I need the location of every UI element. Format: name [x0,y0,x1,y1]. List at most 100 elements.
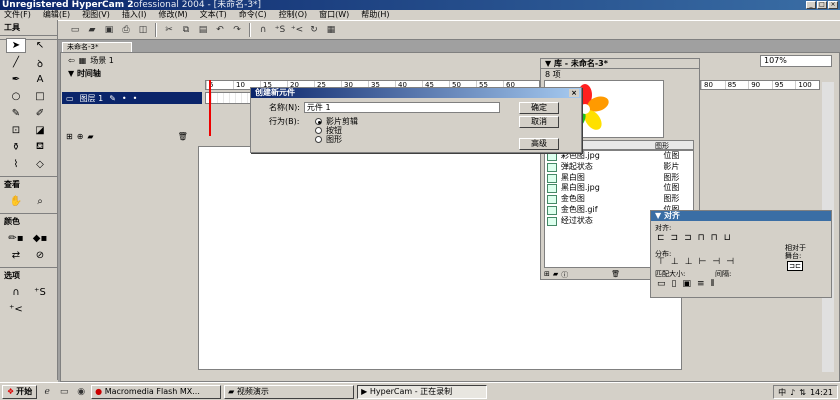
menu-insert[interactable]: 插入(I) [122,10,147,20]
minimize-icon[interactable]: _ [806,1,816,9]
layer-row[interactable]: ▭ 图层 1 ✎ • • [62,92,202,104]
redo-icon[interactable]: ↷ [230,23,244,37]
lasso-tool-icon[interactable]: ꝺ [30,55,50,70]
undo-icon[interactable]: ↶ [213,23,227,37]
distribute-hcenter-icon[interactable]: ⊣ [712,257,720,267]
fill-transform-tool-icon[interactable]: ◪ [30,123,50,138]
align-header[interactable]: ▼ 对齐 [651,211,831,221]
list-item[interactable]: 弹起状态 影片 [545,162,693,173]
line-tool-icon[interactable]: ╱ [6,55,26,70]
add-guide-icon[interactable]: ⊕ [77,132,84,141]
library-header[interactable]: ▼ 库 - 未命名-3* [541,59,699,69]
cut-icon[interactable]: ✂ [162,23,176,37]
properties-icon[interactable]: ⓘ [561,270,568,279]
space-vertical-icon[interactable]: ≡ [697,279,705,289]
to-stage-toggle-icon[interactable]: ⊐⊏ [787,261,803,271]
lock-dot-icon[interactable]: • [133,94,138,103]
smooth-option-icon[interactable]: ⁺S [30,285,50,300]
maximize-icon[interactable]: □ [817,1,827,9]
add-folder-icon[interactable]: ▰ [87,132,93,141]
media-quicklaunch-icon[interactable]: ◉ [74,385,88,399]
align-hcenter-icon[interactable]: ⊐ [671,233,679,243]
ie-quicklaunch-icon[interactable]: ℯ [40,385,54,399]
match-both-icon[interactable]: ▣ [682,279,691,289]
playhead[interactable] [209,80,211,136]
menu-window[interactable]: 窗口(W) [319,10,349,20]
stroke-color-icon[interactable]: ✏▪ [6,231,26,246]
align-left-icon[interactable]: ⊏ [657,233,665,243]
list-item[interactable]: 黑白图 图形 [545,173,693,184]
distribute-left-icon[interactable]: ⊢ [699,257,707,267]
smooth-icon[interactable]: ⁺S [273,23,287,37]
zoom-select[interactable]: 107% [760,55,832,67]
taskbar-flash[interactable]: ● Macromedia Flash MX... [91,384,222,399]
rotate-icon[interactable]: ↻ [307,23,321,37]
list-item[interactable]: 金色图 图形 [545,194,693,205]
distribute-right-icon[interactable]: ⊣ [726,257,734,267]
paint-bucket-tool-icon[interactable]: ⛾ [30,140,50,155]
back-arrow-icon[interactable]: ⇦ [68,56,75,65]
delete-layer-icon[interactable]: 🗑 [178,132,188,141]
open-folder-icon[interactable]: ▰ [85,23,99,37]
menu-text[interactable]: 文本(T) [200,10,227,20]
pencil-tool-icon[interactable]: ✎ [6,106,26,121]
taskbar-folder[interactable]: ▰ 视频演示 [224,384,355,399]
no-color-icon[interactable]: ⊘ [30,248,50,263]
save-icon[interactable]: ▣ [102,23,116,37]
match-width-icon[interactable]: ▭ [657,279,666,289]
new-symbol-icon[interactable]: ⊞ [544,270,550,279]
subselect-tool-icon[interactable]: ↖ [30,38,50,53]
scale-icon[interactable]: ▦ [324,23,338,37]
delete-item-icon[interactable]: 🗑 [611,270,620,279]
eraser-tool-icon[interactable]: ◇ [30,157,50,172]
network-icon[interactable]: ⇅ [799,388,806,397]
distribute-top-icon[interactable]: ⊤ [657,257,665,267]
menu-control[interactable]: 控制(O) [279,10,308,20]
fill-color-icon[interactable]: ◆▪ [30,231,50,246]
timeline-header[interactable]: ▼ 时间轴 [62,68,542,78]
input-method-icon[interactable]: 中 [778,387,786,398]
distribute-vcenter-icon[interactable]: ⊥ [671,257,679,267]
frame-ruler-right[interactable]: 80 85 90 95 100 [700,80,820,90]
pen-tool-icon[interactable]: ✒ [6,72,26,87]
print-icon[interactable]: ⎙ [119,23,133,37]
copy-icon[interactable]: ⧉ [179,23,193,37]
align-vcenter-icon[interactable]: ⊓ [711,233,718,243]
rectangle-tool-icon[interactable]: □ [30,89,50,104]
scene-name[interactable]: 场景 1 [90,55,114,66]
close-icon[interactable]: × [828,1,838,9]
menu-edit[interactable]: 编辑(E) [43,10,70,20]
print-preview-icon[interactable]: ◫ [136,23,150,37]
oval-tool-icon[interactable]: ○ [6,89,26,104]
ok-button[interactable]: 确定 [519,102,559,114]
match-height-icon[interactable]: ▯ [672,279,677,289]
new-file-icon[interactable]: ▭ [68,23,82,37]
straighten-icon[interactable]: ⁺< [290,23,304,37]
zoom-tool-icon[interactable]: ⌕ [30,194,50,209]
brush-tool-icon[interactable]: ✐ [30,106,50,121]
snap-magnet-icon[interactable]: ∩ [6,285,26,300]
paste-icon[interactable]: ▤ [196,23,210,37]
dialog-close-icon[interactable]: × [569,89,579,97]
distribute-bottom-icon[interactable]: ⊥ [685,257,693,267]
document-tab[interactable]: 未命名-3* [62,42,132,52]
text-tool-icon[interactable]: A [30,72,50,87]
menu-modify[interactable]: 修改(M) [158,10,187,20]
swap-colors-icon[interactable]: ⇄ [6,248,26,263]
hand-tool-icon[interactable]: ✋ [6,194,26,209]
desktop-quicklaunch-icon[interactable]: ▭ [57,385,71,399]
clock[interactable]: 14:21 [810,388,833,397]
visibility-dot-icon[interactable]: • [122,94,127,103]
radio-graphic[interactable]: 图形 [315,134,342,145]
add-layer-icon[interactable]: ⊞ [66,132,73,141]
taskbar-hypercam[interactable]: ▶ HyperCam - 正在录制 [357,384,488,399]
align-right-icon[interactable]: ⊐ [684,233,692,243]
new-folder-icon[interactable]: ▰ [553,270,558,279]
advanced-button[interactable]: 高级 [519,138,559,150]
arrow-tool-icon[interactable]: ➤ [6,38,26,53]
volume-icon[interactable]: ♪ [790,388,795,397]
align-bottom-icon[interactable]: ⊔ [724,233,731,243]
straighten-option-icon[interactable]: ⁺< [6,302,26,317]
magnet-icon[interactable]: ∩ [256,23,270,37]
menu-view[interactable]: 视图(V) [82,10,110,20]
